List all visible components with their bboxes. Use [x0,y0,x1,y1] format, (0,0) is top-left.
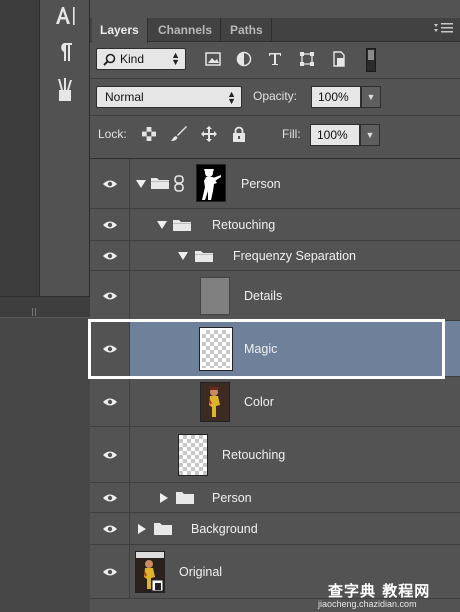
tab-channels[interactable]: Channels [150,18,222,42]
folder-icon [176,492,194,504]
expand-toggle-icon[interactable] [136,180,146,188]
visibility-eye-icon[interactable] [90,545,130,598]
image-filter-icon[interactable] [204,50,222,68]
layer-row-frequenzy-separation-group[interactable]: Frequenzy Separation [90,241,460,271]
tab-paths[interactable]: Paths [222,18,272,42]
lock-row: Lock: Fill: 100% ▼ [90,118,460,150]
type-filter-icon[interactable] [266,50,284,68]
visibility-eye-icon[interactable] [90,209,130,240]
layer-row-color[interactable]: Color [90,377,460,427]
folder-icon [151,178,169,189]
expand-toggle-icon[interactable] [138,524,146,534]
layer-row-details[interactable]: Details [90,271,460,321]
layers-list: Person Retouching Frequenzy Separation D… [88,158,460,612]
expand-toggle-icon[interactable] [157,221,167,229]
layer-thumbnail[interactable] [200,382,230,422]
layer-thumbnail[interactable] [199,327,233,371]
select-arrows-icon: ▲ ▼ [227,89,236,106]
opacity-dropdown-button[interactable]: ▼ [361,86,381,108]
visibility-eye-icon[interactable] [90,377,130,426]
layer-row-person-subgroup[interactable]: Person [90,483,460,513]
filter-kind-label: Kind [120,52,145,66]
layer-name: Retouching [212,218,276,232]
layer-mask-thumbnail[interactable] [196,164,226,202]
type-tool-icon[interactable] [48,2,82,30]
mask-link-icon[interactable] [173,175,185,192]
layer-row-retouching-group[interactable]: Retouching [90,209,460,241]
filter-kind-select[interactable]: Kind ▲ ▼ [96,48,186,70]
layer-name: Background [191,522,258,536]
layer-name: Person [241,177,281,191]
visibility-eye-icon[interactable] [90,271,130,320]
blend-mode-select[interactable]: Normal ▲ ▼ [96,86,242,108]
blend-row: Normal ▲ ▼ Opacity: 100% ▼ [90,80,460,112]
watermark-url: jiaocheng.chazidian.com [318,599,417,609]
filter-toggle-switch[interactable] [366,48,376,72]
shape-filter-icon[interactable] [298,50,316,68]
layer-thumbnail[interactable] [178,434,208,476]
layer-name: Color [244,395,274,409]
watermark: 查字典 教程网 jiaocheng.chazidian.com [318,580,458,610]
select-arrows-icon: ▲ ▼ [171,50,180,67]
panel-menu-icon[interactable] [434,22,454,37]
paragraph-tool-icon[interactable] [48,38,82,66]
visibility-eye-icon[interactable] [90,321,130,376]
grip-dots-icon [32,308,38,316]
watermark-title: 查字典 教程网 [328,582,431,600]
adjustment-filter-icon[interactable] [235,50,253,68]
left-lower-area [0,318,90,612]
fill-label: Fill: [282,127,301,141]
layer-row-retouching[interactable]: Retouching [90,427,460,483]
opacity-label: Opacity: [253,89,298,103]
layer-row-background-group[interactable]: Background [90,513,460,545]
layer-thumbnail[interactable] [200,277,230,315]
lock-label: Lock: [98,127,127,141]
visibility-eye-icon[interactable] [90,427,130,482]
layer-name: Frequenzy Separation [233,249,356,263]
layers-panel: Layers Channels Paths Kind ▲ ▼ Normal ▲ … [88,0,460,612]
lock-transparent-pixels-icon[interactable] [140,125,158,143]
layer-row-person-group[interactable]: Person [90,159,460,209]
layer-name: Details [244,289,283,303]
layer-name: Magic [244,342,278,356]
expand-toggle-icon[interactable] [160,493,168,503]
visibility-eye-icon[interactable] [90,241,130,270]
smart-object-filter-icon[interactable] [330,50,348,68]
folder-icon [195,251,213,262]
fill-dropdown-button[interactable]: ▼ [360,124,380,146]
divider [90,115,460,116]
visibility-eye-icon[interactable] [90,513,130,544]
lock-all-icon[interactable] [230,125,248,143]
lock-image-pixels-icon[interactable] [170,125,188,143]
opacity-input[interactable]: 100% [311,86,361,108]
visibility-eye-icon[interactable] [90,483,130,512]
layer-row-magic[interactable]: Magic [90,321,460,377]
layer-name: Original [179,565,223,579]
expand-toggle-icon[interactable] [178,252,188,260]
lock-position-icon[interactable] [200,125,218,143]
panel-tab-bar: Layers Channels Paths [90,18,460,43]
fill-input[interactable]: 100% [310,124,360,146]
panel-resize-grip[interactable] [0,296,90,318]
layer-thumbnail[interactable] [135,551,165,593]
folder-icon [154,523,172,535]
tab-layers[interactable]: Layers [92,18,148,43]
search-icon [103,53,116,66]
folder-icon [173,220,191,231]
layer-filter-row: Kind ▲ ▼ [90,44,460,76]
divider [90,78,460,79]
layer-name: Person [212,491,252,505]
brush-presets-icon[interactable] [48,76,82,104]
visibility-eye-icon[interactable] [90,159,130,208]
layer-name: Retouching [222,448,286,462]
blend-mode-value: Normal [105,90,144,104]
